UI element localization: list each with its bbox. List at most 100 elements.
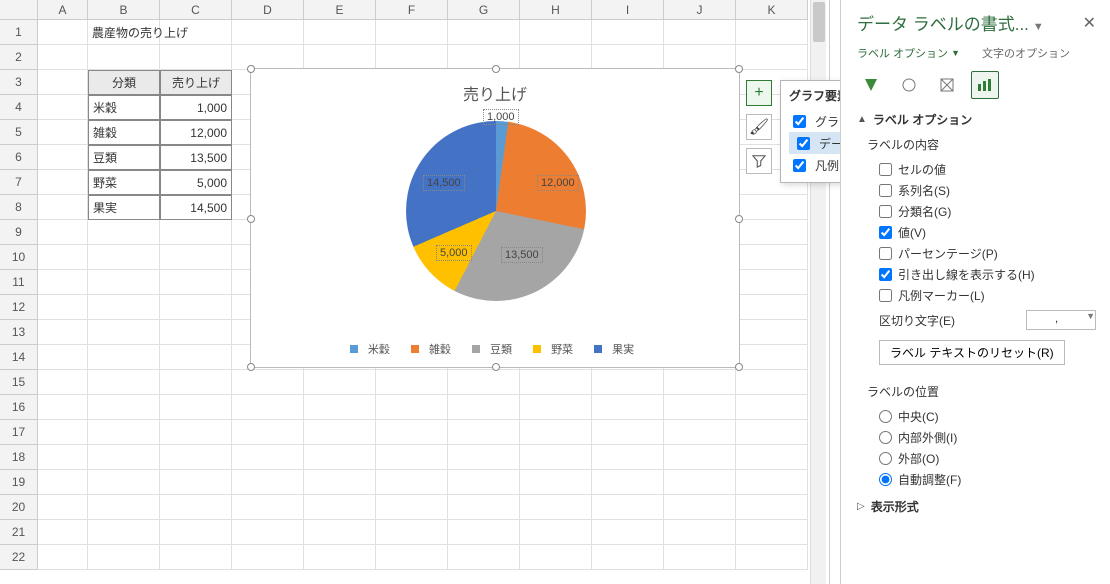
cell[interactable] xyxy=(88,270,160,295)
checkbox[interactable] xyxy=(797,137,810,150)
label-position-option[interactable]: 中央(C) xyxy=(857,406,1096,427)
cell[interactable] xyxy=(38,195,88,220)
cell[interactable] xyxy=(88,470,160,495)
label-content-option[interactable]: 系列名(S) xyxy=(857,180,1096,201)
cell[interactable] xyxy=(376,520,448,545)
data-label[interactable]: 1,000 xyxy=(483,109,519,125)
scroll-thumb[interactable] xyxy=(813,2,825,42)
chart-legend[interactable]: 米穀 雑穀 豆類 野菜 果実 xyxy=(251,341,739,357)
cell[interactable] xyxy=(664,370,736,395)
cell[interactable] xyxy=(736,445,808,470)
row-header[interactable]: 15 xyxy=(0,370,38,395)
cell[interactable] xyxy=(38,370,88,395)
row-header[interactable]: 8 xyxy=(0,195,38,220)
cell[interactable] xyxy=(38,245,88,270)
row-header[interactable]: 21 xyxy=(0,520,38,545)
cell[interactable] xyxy=(160,470,232,495)
cell[interactable]: 豆類 xyxy=(88,145,160,170)
cell[interactable] xyxy=(304,20,376,45)
size-props-icon[interactable] xyxy=(933,71,961,99)
tab-text-options[interactable]: 文字のオプション xyxy=(982,45,1070,61)
cell[interactable] xyxy=(520,470,592,495)
separator-select[interactable]: , ▼ xyxy=(1026,310,1096,330)
cell[interactable] xyxy=(376,45,448,70)
label-content-option[interactable]: 値(V) xyxy=(857,222,1096,243)
cell[interactable] xyxy=(736,395,808,420)
cell[interactable] xyxy=(376,420,448,445)
cell[interactable] xyxy=(736,545,808,570)
col-header[interactable]: G xyxy=(448,0,520,20)
section-number-format[interactable]: ▷表示形式 xyxy=(857,498,1096,515)
cell[interactable] xyxy=(88,520,160,545)
cell[interactable] xyxy=(160,395,232,420)
cell[interactable] xyxy=(664,470,736,495)
cell[interactable]: 12,000 xyxy=(160,120,232,145)
cell[interactable] xyxy=(38,420,88,445)
cell[interactable] xyxy=(664,20,736,45)
cell[interactable] xyxy=(160,445,232,470)
radio[interactable] xyxy=(879,473,892,486)
cell[interactable] xyxy=(232,420,304,445)
col-header[interactable]: F xyxy=(376,0,448,20)
col-header[interactable]: K xyxy=(736,0,808,20)
row-header[interactable]: 5 xyxy=(0,120,38,145)
cell[interactable] xyxy=(232,545,304,570)
cell[interactable] xyxy=(88,495,160,520)
cell[interactable] xyxy=(160,545,232,570)
cell[interactable] xyxy=(448,495,520,520)
label-content-option[interactable]: 引き出し線を表示する(H) xyxy=(857,264,1096,285)
cell[interactable] xyxy=(376,445,448,470)
cell[interactable] xyxy=(520,45,592,70)
cell[interactable] xyxy=(736,420,808,445)
col-header[interactable]: J xyxy=(664,0,736,20)
cell[interactable] xyxy=(664,545,736,570)
row-header[interactable]: 10 xyxy=(0,245,38,270)
row-header[interactable]: 4 xyxy=(0,95,38,120)
radio[interactable] xyxy=(879,410,892,423)
cell[interactable] xyxy=(376,495,448,520)
cell[interactable] xyxy=(38,20,88,45)
cell[interactable] xyxy=(736,20,808,45)
cell[interactable] xyxy=(520,545,592,570)
cell[interactable] xyxy=(448,395,520,420)
row-header[interactable]: 12 xyxy=(0,295,38,320)
cell[interactable] xyxy=(232,470,304,495)
row-header[interactable]: 22 xyxy=(0,545,38,570)
cell[interactable] xyxy=(38,70,88,95)
cell[interactable] xyxy=(160,370,232,395)
label-content-option[interactable]: パーセンテージ(P) xyxy=(857,243,1096,264)
cell[interactable] xyxy=(38,220,88,245)
cell[interactable] xyxy=(38,270,88,295)
cell[interactable] xyxy=(38,545,88,570)
cell[interactable]: 売り上げ xyxy=(160,70,232,95)
cell[interactable] xyxy=(376,370,448,395)
chart-elements-button[interactable]: + xyxy=(746,80,772,106)
cell[interactable] xyxy=(232,495,304,520)
label-content-option[interactable]: 凡例マーカー(L) xyxy=(857,285,1096,306)
cell[interactable] xyxy=(448,520,520,545)
checkbox[interactable] xyxy=(793,159,806,172)
cell[interactable] xyxy=(664,45,736,70)
cell[interactable] xyxy=(448,445,520,470)
cell[interactable] xyxy=(736,45,808,70)
cell[interactable] xyxy=(520,20,592,45)
cell[interactable] xyxy=(592,420,664,445)
data-label[interactable]: 14,500 xyxy=(423,175,465,191)
cell[interactable] xyxy=(232,45,304,70)
cell[interactable]: 野菜 xyxy=(88,170,160,195)
row-header[interactable]: 17 xyxy=(0,420,38,445)
col-header[interactable]: D xyxy=(232,0,304,20)
cell[interactable] xyxy=(520,495,592,520)
cell[interactable] xyxy=(38,120,88,145)
cell[interactable] xyxy=(232,370,304,395)
cell[interactable] xyxy=(88,370,160,395)
cell[interactable]: 農産物の売り上げ xyxy=(88,20,160,45)
data-label[interactable]: 12,000 xyxy=(537,175,579,191)
cell[interactable] xyxy=(592,45,664,70)
cell[interactable] xyxy=(448,420,520,445)
checkbox[interactable] xyxy=(793,115,806,128)
cell[interactable]: 1,000 xyxy=(160,95,232,120)
data-label[interactable]: 5,000 xyxy=(436,245,472,261)
cell[interactable] xyxy=(304,420,376,445)
col-header[interactable]: A xyxy=(38,0,88,20)
